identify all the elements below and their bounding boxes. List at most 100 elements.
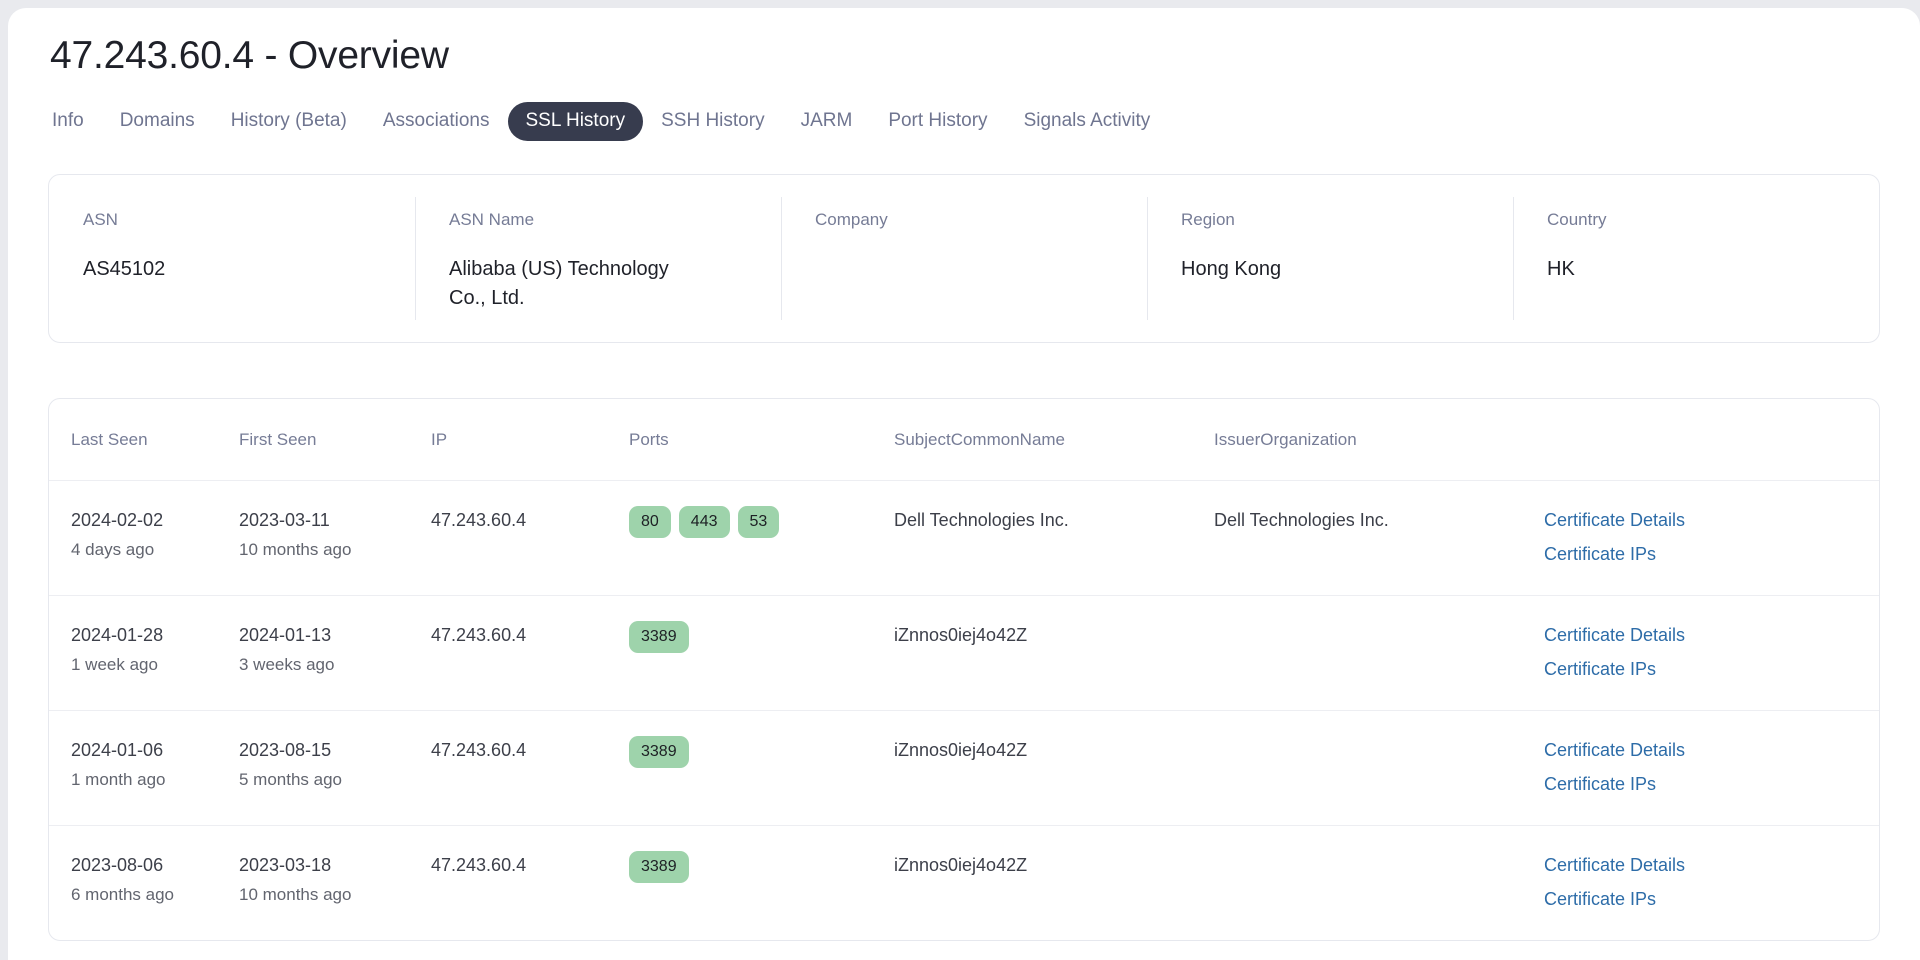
subject-common-name-value: iZnnos0iej4o42Z <box>894 625 1028 646</box>
ip-cell: 47.243.60.4 <box>431 826 629 941</box>
info-value: Hong Kong <box>1181 258 1282 281</box>
column-header-first-seen[interactable]: First Seen <box>239 399 431 482</box>
tab-port-history[interactable]: Port History <box>870 102 1005 141</box>
ports-cell: 3389 <box>629 595 894 712</box>
tab-info[interactable]: Info <box>34 102 102 141</box>
tab-signals-activity[interactable]: Signals Activity <box>1006 102 1169 141</box>
column-header-issuer-organization[interactable]: IssuerOrganization <box>1214 399 1532 482</box>
port-badge[interactable]: 80 <box>629 506 671 538</box>
last-seen-date: 2024-01-06 <box>71 740 164 761</box>
port-badge[interactable]: 443 <box>678 506 730 538</box>
ip-value: 47.243.60.4 <box>431 625 527 646</box>
ssl-history-table-card: Last Seen First Seen IP Ports SubjectCom… <box>48 398 1880 942</box>
issuer-organization-cell <box>1214 826 1532 941</box>
last-seen-date: 2024-02-02 <box>71 510 164 531</box>
issuer-organization-cell: Dell Technologies Inc. <box>1214 480 1532 597</box>
info-label: Country <box>1547 209 1607 229</box>
first-seen-relative: 10 months ago <box>239 884 352 904</box>
subject-common-name-cell: iZnnos0iej4o42Z <box>894 595 1214 712</box>
info-cell-company: Company <box>781 196 1147 321</box>
first-seen-relative: 5 months ago <box>239 769 343 789</box>
column-header-last-seen[interactable]: Last Seen <box>49 399 239 482</box>
asn-info-card: ASN AS45102 ASN Name Alibaba (US) Technolog… <box>48 173 1880 344</box>
tab-bar: Info Domains History (Beta) Associations SSL… <box>34 101 1880 141</box>
info-label: ASN <box>83 209 118 229</box>
table-row: 2024-01-28 1 week ago 2024-01-13 3 weeks ag… <box>49 595 1879 712</box>
first-seen-date: 2024-01-13 <box>239 625 332 646</box>
subject-common-name-cell: Dell Technologies Inc. <box>894 480 1214 597</box>
certificate-details-link[interactable]: Certificate Details <box>1544 739 1879 762</box>
certificate-links-cell: Certificate Details Certificate IPs <box>1532 480 1879 597</box>
port-badge[interactable]: 3389 <box>629 621 689 653</box>
first-seen-date-cell: 2023-08-15 5 months ago <box>239 710 431 827</box>
page-title: 47.243.60.4 - Overview <box>50 34 449 77</box>
info-value: Alibaba (US) Technology Co., Ltd. <box>449 258 669 309</box>
app-window: 47.243.60.4 - Overview Info Domains Histor… <box>8 8 1920 960</box>
subject-common-name-cell: iZnnos0iej4o42Z <box>894 826 1214 941</box>
ip-cell: 47.243.60.4 <box>431 710 629 827</box>
column-header-ip[interactable]: IP <box>431 399 629 482</box>
certificate-ips-link[interactable]: Certificate IPs <box>1544 773 1879 796</box>
tab-ssh-history[interactable]: SSH History <box>643 102 782 141</box>
ip-cell: 47.243.60.4 <box>431 480 629 597</box>
last-seen-date-cell: 2023-08-06 6 months ago <box>49 826 239 941</box>
column-header-subject-common-name[interactable]: SubjectCommonName <box>894 399 1214 482</box>
port-badge[interactable]: 53 <box>737 506 780 538</box>
issuer-organization-value: Dell Technologies Inc. <box>1214 510 1389 531</box>
subject-common-name-value: iZnnos0iej4o42Z <box>894 740 1028 761</box>
ip-value: 47.243.60.4 <box>431 740 527 761</box>
info-cell-asn: ASN AS45102 <box>49 209 415 312</box>
info-label: ASN Name <box>449 209 535 229</box>
certificate-links-cell: Certificate Details Certificate IPs <box>1532 710 1879 827</box>
certificate-ips-link[interactable]: Certificate IPs <box>1544 888 1879 911</box>
last-seen-date-cell: 2024-01-28 1 week ago <box>49 595 239 712</box>
info-label: Region <box>1181 209 1235 229</box>
last-seen-relative: 4 days ago <box>71 539 155 559</box>
certificate-details-link[interactable]: Certificate Details <box>1544 854 1879 877</box>
last-seen-date-cell: 2024-01-06 1 month ago <box>49 710 239 827</box>
certificate-links-cell: Certificate Details Certificate IPs <box>1532 826 1879 941</box>
certificate-ips-link[interactable]: Certificate IPs <box>1544 658 1879 681</box>
ports-list: 3389 <box>629 851 894 883</box>
certificate-details-link[interactable]: Certificate Details <box>1544 509 1879 532</box>
last-seen-date: 2024-01-28 <box>71 625 164 646</box>
subject-common-name-value: Dell Technologies Inc. <box>894 510 1069 531</box>
info-value: AS45102 <box>83 258 166 281</box>
first-seen-relative: 3 weeks ago <box>239 654 335 674</box>
first-seen-date-cell: 2023-03-18 10 months ago <box>239 826 431 941</box>
column-header-actions <box>1532 399 1879 482</box>
first-seen-date-cell: 2023-03-11 10 months ago <box>239 480 431 597</box>
port-badge[interactable]: 3389 <box>629 851 689 883</box>
info-cell-region: Region Hong Kong <box>1147 196 1513 321</box>
subject-common-name-cell: iZnnos0iej4o42Z <box>894 710 1214 827</box>
ports-cell: 3389 <box>629 710 894 827</box>
last-seen-relative: 1 week ago <box>71 654 158 674</box>
tab-history-beta[interactable]: History (Beta) <box>213 102 365 141</box>
tab-domains[interactable]: Domains <box>102 102 213 141</box>
info-label: Company <box>815 209 888 229</box>
ip-value: 47.243.60.4 <box>431 510 527 531</box>
table-head: Last Seen First Seen IP Ports SubjectCom… <box>49 399 1879 482</box>
ports-list: 3389 <box>629 736 894 768</box>
info-cell-country: Country HK <box>1513 196 1879 321</box>
table-row: 2024-01-06 1 month ago 2023-08-15 5 months … <box>49 710 1879 827</box>
ip-value: 47.243.60.4 <box>431 855 527 876</box>
tab-jarm[interactable]: JARM <box>783 102 871 141</box>
last-seen-relative: 1 month ago <box>71 769 166 789</box>
certificate-ips-link[interactable]: Certificate IPs <box>1544 543 1879 566</box>
table-row: 2024-02-02 4 days ago 2023-03-11 10 months … <box>49 480 1879 597</box>
last-seen-date: 2023-08-06 <box>71 855 164 876</box>
first-seen-date: 2023-03-18 <box>239 855 332 876</box>
port-badge[interactable]: 3389 <box>629 736 689 768</box>
ports-cell: 80 443 53 <box>629 480 894 597</box>
ports-list: 80 443 53 <box>629 506 894 538</box>
ip-cell: 47.243.60.4 <box>431 595 629 712</box>
last-seen-relative: 6 months ago <box>71 884 175 904</box>
ports-cell: 3389 <box>629 826 894 941</box>
tab-associations[interactable]: Associations <box>365 102 508 141</box>
info-cell-asn-name: ASN Name Alibaba (US) Technology Co., Ltd… <box>415 196 781 321</box>
tab-ssl-history[interactable]: SSL History <box>507 101 644 141</box>
column-header-ports[interactable]: Ports <box>629 399 894 482</box>
certificate-details-link[interactable]: Certificate Details <box>1544 624 1879 647</box>
first-seen-date-cell: 2024-01-13 3 weeks ago <box>239 595 431 712</box>
